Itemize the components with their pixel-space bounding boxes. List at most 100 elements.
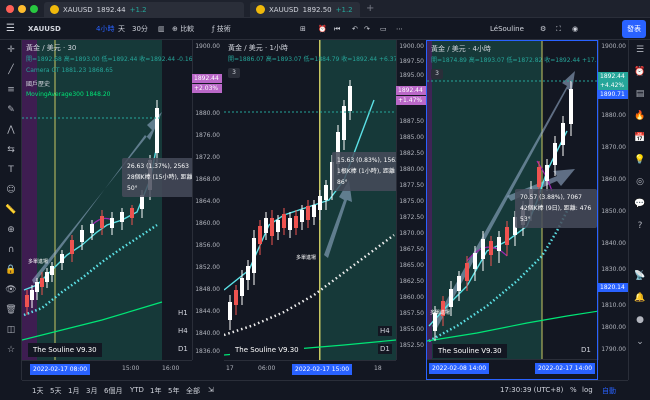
zoom-icon[interactable]: ⊕ — [5, 224, 17, 236]
time-axis-3[interactable]: 2022-02-08 14:00 2022-02-17 14:00 — [427, 359, 597, 379]
hotlist-icon[interactable]: 🔥 — [634, 110, 646, 122]
chat-icon[interactable]: 💬 — [634, 198, 646, 210]
time-highlight-2: 2022-02-17 14:00 — [535, 363, 596, 374]
range-3m[interactable]: 3月 — [86, 386, 97, 396]
indicator-collapse-badge[interactable]: 3 — [431, 69, 443, 79]
layout-icon[interactable]: ▭ — [380, 22, 387, 36]
price-tick: 1880.00 — [601, 112, 626, 119]
minimize-window-button[interactable] — [18, 5, 26, 13]
tf-badge-d1: D1 — [176, 344, 190, 354]
broadcast-icon[interactable]: 📡 — [634, 270, 646, 282]
star-icon[interactable]: ☆ — [5, 344, 17, 356]
range-ytd[interactable]: YTD — [130, 386, 144, 394]
range-6m[interactable]: 6個月 — [104, 386, 122, 396]
price-scale-2[interactable]: 1900.00 1897.50 1895.00 1892.44 +1.47% 1… — [396, 40, 426, 360]
indicator-collapse-badge[interactable]: 3 — [228, 68, 240, 78]
layers-icon[interactable]: ◫ — [5, 324, 17, 336]
interval-4h[interactable]: 4小時 — [96, 22, 114, 36]
time-axis-1[interactable]: 2022-02-17 08:00 15:00 16:00 — [22, 360, 192, 380]
range-1m[interactable]: 1月 — [68, 386, 79, 396]
replay-icon[interactable]: ⏮ — [334, 22, 340, 36]
chart-pane-3[interactable]: 黃金 / 美元 · 4小時 開=1874.89 高=1893.07 低=1872… — [426, 40, 598, 380]
interval-30m[interactable]: 30分 — [132, 22, 148, 36]
crosshair-icon[interactable]: ✛ — [5, 44, 17, 56]
data-window-icon[interactable]: ▤ — [634, 88, 646, 100]
brush-icon[interactable]: ✎ — [5, 104, 17, 116]
redo-icon[interactable]: ↷ — [364, 22, 370, 36]
trash-icon[interactable]: 🗑 — [5, 304, 17, 316]
templates-icon[interactable]: ⊞ — [300, 22, 306, 36]
price-change-tag: +1.47% — [396, 96, 426, 105]
price-tick: 1855.00 — [399, 326, 424, 333]
percent-toggle[interactable]: % — [570, 386, 577, 394]
range-5y[interactable]: 5年 — [168, 386, 179, 396]
indicator-legend-2[interactable]: 國戶歷史 — [26, 79, 50, 88]
help-icon[interactable]: ? — [634, 220, 646, 232]
user-layout-name[interactable]: LéSouline — [490, 22, 524, 36]
close-window-button[interactable] — [6, 5, 14, 13]
time-label: 18 — [374, 365, 382, 372]
settings-icon[interactable]: ⚙ — [540, 22, 546, 36]
undo-icon[interactable]: ↶ — [352, 22, 358, 36]
calendar-icon[interactable]: 📅 — [634, 132, 646, 144]
browser-tab-1[interactable]: XAUUSD 1892.44 +1.2 — [44, 2, 244, 17]
more-icon[interactable]: ⋯ — [396, 22, 403, 36]
indicator-legend-1[interactable]: Camera GT 1881.23 1868.65 — [26, 67, 113, 74]
measure-angle: 86° — [337, 179, 348, 186]
ohlc-readout: 開=1892.68 高=1893.00 低=1892.44 收=1892.44 … — [26, 56, 192, 63]
prediction-icon[interactable]: ⇆ — [5, 144, 17, 156]
ohlc-readout: 開=1874.89 高=1893.07 低=1872.82 收=1892.44 … — [431, 57, 597, 64]
symbol-search[interactable]: XAUUSD — [28, 22, 61, 36]
ruler-icon[interactable]: 📏 — [5, 204, 17, 216]
pane-symbol-title: 黃金 / 美元 · 4小時 — [431, 45, 491, 53]
menu-icon[interactable]: ☰ — [6, 22, 15, 36]
alerts-icon[interactable]: ⏰ — [634, 66, 646, 78]
compare-button[interactable]: ⊕ 比較 — [172, 22, 194, 36]
clock[interactable]: 17:30:39 (UTC+8) — [500, 386, 563, 394]
publish-button[interactable]: 發表 — [622, 20, 646, 38]
price-tick: 1877.50 — [399, 182, 424, 189]
range-1d[interactable]: 1天 — [32, 386, 43, 396]
chart-canvas-2[interactable] — [224, 40, 396, 380]
range-all[interactable]: 全部 — [186, 386, 200, 396]
chevron-down-icon[interactable]: ⌄ — [634, 336, 646, 348]
measure-bars: 28個K棒 (15小時), 距離: 31 — [127, 174, 192, 181]
tf-badge-h1: H1 — [176, 308, 190, 318]
range-5d[interactable]: 5天 — [50, 386, 61, 396]
range-1y[interactable]: 1年 — [150, 386, 161, 396]
notification-badge-icon[interactable]: ● — [634, 314, 646, 326]
fullscreen-icon[interactable]: ⛶ — [556, 22, 561, 36]
goto-date-icon[interactable]: ⇲ — [208, 386, 214, 394]
ideas-icon[interactable]: 💡 — [634, 154, 646, 166]
pane-symbol-title: 黃金 / 美元 · 1小時 — [228, 44, 288, 52]
price-scale-1[interactable]: 1900.00 1892.44 +2.03% 1880.00 1876.00 1… — [192, 40, 222, 360]
price-scale-3[interactable]: 1900.00 1892.44 +4.42% 1890.71 1880.00 1… — [598, 40, 628, 360]
indicators-button[interactable]: ƒ 技術 — [212, 22, 231, 36]
browser-tab-2[interactable]: XAUUSD 1892.50 +1.2 — [250, 2, 360, 17]
chart-pane-2[interactable]: 黃金 / 美元 · 1小時 開=1886.07 高=1893.07 低=1884… — [224, 40, 396, 380]
interval-1d[interactable]: 天 — [118, 22, 125, 36]
fib-icon[interactable]: ≡ — [5, 84, 17, 96]
indicator-legend-3[interactable]: MovingAverage300 1848.20 — [26, 91, 111, 98]
alert-icon[interactable]: ⏰ — [318, 22, 327, 36]
tf-badge-h4: H4 — [378, 326, 392, 336]
time-axis-2[interactable]: 17 06:00 2022-02-17 15:00 18 — [224, 360, 396, 380]
notifications-icon[interactable]: 🔔 — [634, 292, 646, 304]
log-toggle[interactable]: log — [582, 386, 593, 394]
camera-icon[interactable]: ◉ — [572, 22, 578, 36]
chart-pane-1[interactable]: 黃金 / 美元 · 30 開=1892.68 高=1893.00 低=1892.… — [22, 40, 192, 380]
price-tick: 1840.00 — [195, 330, 220, 337]
auto-toggle[interactable]: 自動 — [602, 386, 616, 396]
text-icon[interactable]: T — [5, 164, 17, 176]
streams-icon[interactable]: ◎ — [634, 176, 646, 188]
trendline-icon[interactable]: ╱ — [5, 64, 17, 76]
magnet-icon[interactable]: ∩ — [5, 244, 17, 256]
smile-icon[interactable]: ☺ — [5, 184, 17, 196]
eye-icon[interactable]: 👁 — [5, 284, 17, 296]
lock-drawing-icon[interactable]: 🔒 — [5, 264, 17, 276]
maximize-window-button[interactable] — [30, 5, 38, 13]
new-tab-icon[interactable]: + — [366, 3, 374, 14]
watchlist-icon[interactable]: ☰ — [634, 44, 646, 56]
chart-type-icon[interactable]: ▥ — [158, 22, 165, 36]
pattern-icon[interactable]: ⋀ — [5, 124, 17, 136]
